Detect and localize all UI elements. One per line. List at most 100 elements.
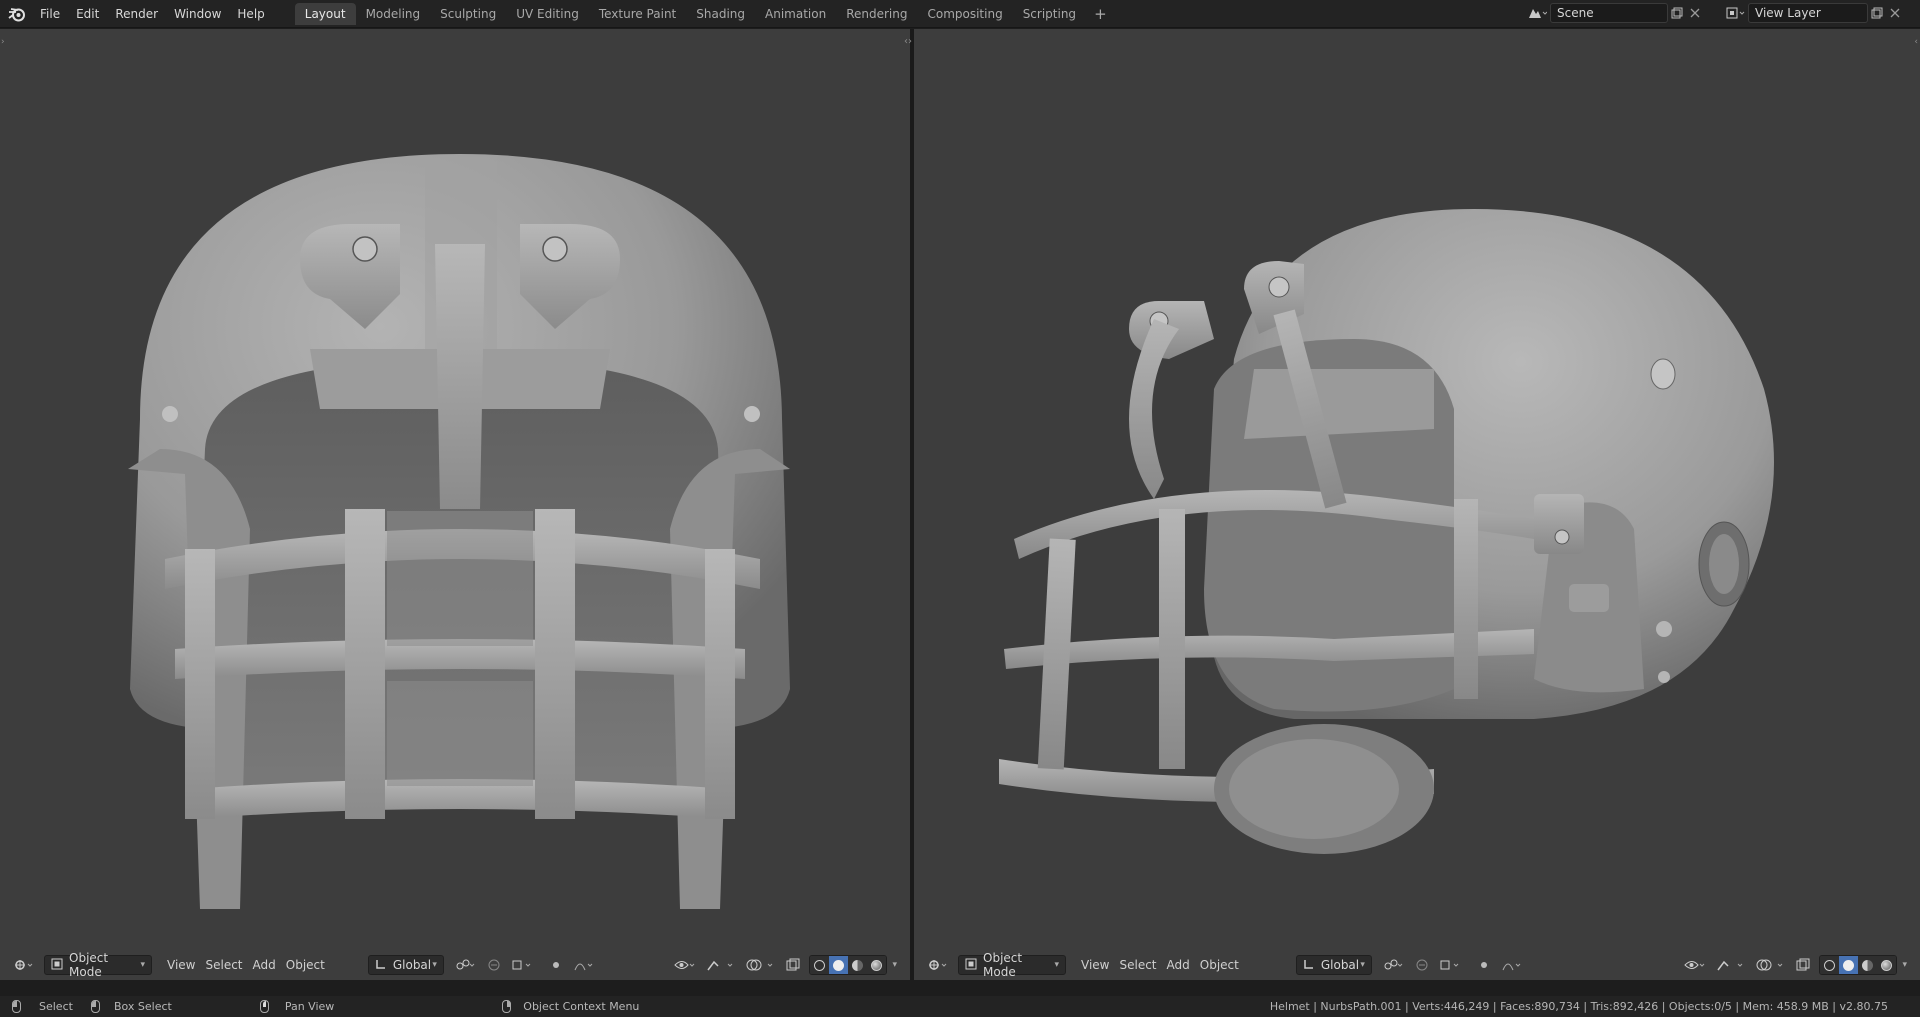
shading-material-icon[interactable] bbox=[848, 956, 868, 974]
chevron-down-icon: ▾ bbox=[1054, 960, 1059, 970]
status-pan-view: Pan View bbox=[259, 1000, 335, 1013]
tab-layout[interactable]: Layout bbox=[294, 2, 356, 25]
status-box-select: Box Select bbox=[90, 1000, 172, 1013]
menu-add[interactable]: Add bbox=[248, 955, 281, 975]
proportional-icon[interactable] bbox=[1472, 955, 1496, 975]
status-select: Select bbox=[12, 1000, 73, 1013]
helmet-side-render bbox=[999, 209, 1774, 854]
object-mode-icon bbox=[51, 958, 63, 973]
menu-file[interactable]: File bbox=[32, 4, 68, 24]
viewport-right[interactable]: ‹ Object Mode ▾ View Select Add Object G… bbox=[914, 29, 1920, 980]
menu-view[interactable]: View bbox=[162, 955, 200, 975]
object-mode-dropdown[interactable]: Object Mode ▾ bbox=[44, 951, 152, 979]
snap-target-icon[interactable] bbox=[1434, 955, 1466, 975]
gizmo-icon[interactable] bbox=[701, 955, 741, 975]
status-context-menu-label: Object Context Menu bbox=[523, 1000, 640, 1013]
split-arrows-icon[interactable]: ‹› bbox=[904, 36, 912, 47]
orientation-icon bbox=[1303, 958, 1315, 973]
shading-solid-icon[interactable] bbox=[829, 956, 849, 974]
proportional-icon[interactable] bbox=[544, 955, 568, 975]
viewport-left[interactable]: › Object Mode ▾ View Select Add Object G… bbox=[0, 29, 910, 980]
top-bar: File Edit Render Window Help Layout Mode… bbox=[0, 0, 1920, 28]
gizmo-icon[interactable] bbox=[1711, 955, 1751, 975]
visibility-icon[interactable] bbox=[1679, 955, 1711, 975]
mode-label: Object Mode bbox=[983, 951, 1023, 979]
menu-edit[interactable]: Edit bbox=[68, 4, 107, 24]
viewport-right-header: Object Mode ▾ View Select Add Object Glo… bbox=[914, 950, 1920, 980]
object-mode-icon bbox=[965, 958, 977, 973]
editor-type-icon[interactable] bbox=[8, 955, 40, 975]
tab-compositing[interactable]: Compositing bbox=[917, 3, 1012, 25]
tab-rendering[interactable]: Rendering bbox=[836, 3, 917, 25]
add-workspace-button[interactable]: + bbox=[1086, 5, 1115, 23]
shading-mode-group bbox=[1819, 955, 1898, 975]
chevron-down-icon: ▾ bbox=[432, 960, 437, 970]
view-layer-field[interactable]: View Layer bbox=[1748, 3, 1868, 23]
shading-solid-icon[interactable] bbox=[1839, 956, 1859, 974]
view-layer-selector: View Layer bbox=[1722, 3, 1904, 23]
shading-rendered-icon[interactable] bbox=[867, 956, 887, 974]
tab-modeling[interactable]: Modeling bbox=[356, 3, 431, 25]
scene-icon[interactable] bbox=[1524, 3, 1550, 23]
chevron-down-icon: ▾ bbox=[1360, 960, 1365, 970]
falloff-icon[interactable] bbox=[1496, 955, 1528, 975]
menu-help[interactable]: Help bbox=[229, 4, 272, 24]
menu-add[interactable]: Add bbox=[1162, 955, 1195, 975]
new-view-layer-icon[interactable] bbox=[1868, 4, 1886, 22]
orientation-dropdown[interactable]: Global ▾ bbox=[1295, 955, 1372, 975]
snap-target-icon[interactable] bbox=[506, 955, 538, 975]
pivot-icon[interactable] bbox=[1378, 955, 1410, 975]
menu-window[interactable]: Window bbox=[166, 4, 229, 24]
delete-view-layer-icon[interactable] bbox=[1886, 4, 1904, 22]
tab-uv-editing[interactable]: UV Editing bbox=[506, 3, 589, 25]
orientation-dropdown[interactable]: Global ▾ bbox=[367, 955, 444, 975]
new-scene-icon[interactable] bbox=[1668, 4, 1686, 22]
status-select-label: Select bbox=[39, 1000, 73, 1013]
overlay-icon[interactable] bbox=[741, 955, 781, 975]
shading-options-icon[interactable]: ▾ bbox=[1897, 955, 1912, 975]
pivot-icon[interactable] bbox=[450, 955, 482, 975]
orientation-icon bbox=[375, 958, 387, 973]
tab-sculpting[interactable]: Sculpting bbox=[430, 3, 506, 25]
menu-select[interactable]: Select bbox=[200, 955, 247, 975]
xray-icon[interactable] bbox=[1791, 955, 1815, 975]
shading-wire-icon[interactable] bbox=[810, 956, 830, 974]
menu-object[interactable]: Object bbox=[281, 955, 330, 975]
delete-scene-icon[interactable] bbox=[1686, 4, 1704, 22]
mouse-drag-icon bbox=[90, 1000, 100, 1013]
xray-icon[interactable] bbox=[781, 955, 805, 975]
shading-wire-icon[interactable] bbox=[1820, 956, 1840, 974]
shading-rendered-icon[interactable] bbox=[1877, 956, 1897, 974]
tab-shading[interactable]: Shading bbox=[686, 3, 755, 25]
editor-type-icon[interactable] bbox=[922, 955, 954, 975]
menu-select[interactable]: Select bbox=[1114, 955, 1161, 975]
falloff-icon[interactable] bbox=[568, 955, 600, 975]
orientation-label: Global bbox=[1320, 958, 1360, 972]
visibility-icon[interactable] bbox=[669, 955, 701, 975]
tab-texture-paint[interactable]: Texture Paint bbox=[589, 3, 686, 25]
menu-object[interactable]: Object bbox=[1195, 955, 1244, 975]
orientation-label: Global bbox=[392, 958, 432, 972]
object-mode-dropdown[interactable]: Object Mode ▾ bbox=[958, 951, 1066, 979]
snap-icon[interactable] bbox=[1410, 955, 1434, 975]
shading-options-icon[interactable]: ▾ bbox=[887, 955, 902, 975]
mouse-middle-icon bbox=[259, 1000, 269, 1013]
status-pan-view-label: Pan View bbox=[284, 1000, 335, 1013]
menu-render[interactable]: Render bbox=[107, 4, 166, 24]
scene-selector: Scene bbox=[1524, 3, 1704, 23]
viewport-left-header: Object Mode ▾ View Select Add Object Glo… bbox=[0, 950, 910, 980]
tab-scripting[interactable]: Scripting bbox=[1013, 3, 1086, 25]
view-layer-icon[interactable] bbox=[1722, 3, 1748, 23]
scene-name-field[interactable]: Scene bbox=[1550, 3, 1668, 23]
snap-icon[interactable] bbox=[482, 955, 506, 975]
overlay-icon[interactable] bbox=[1751, 955, 1791, 975]
main-menu: File Edit Render Window Help bbox=[32, 4, 273, 24]
scene-statistics: Helmet | NurbsPath.001 | Verts:446,249 |… bbox=[1269, 1000, 1888, 1013]
shading-material-icon[interactable] bbox=[1858, 956, 1878, 974]
menu-view[interactable]: View bbox=[1076, 955, 1114, 975]
status-box-select-label: Box Select bbox=[113, 1000, 172, 1013]
chevron-down-icon: ▾ bbox=[140, 960, 145, 970]
status-bar: Select Box Select Pan View Object Contex… bbox=[0, 996, 1920, 1017]
blender-logo-icon[interactable] bbox=[4, 1, 30, 27]
tab-animation[interactable]: Animation bbox=[755, 3, 836, 25]
